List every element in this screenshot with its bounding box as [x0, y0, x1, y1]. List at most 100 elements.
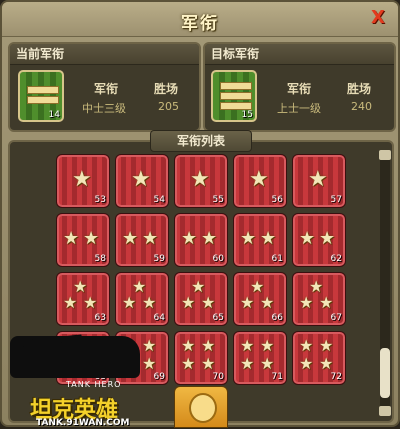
rank-tile-number: 69: [153, 372, 165, 382]
star-icon: ★: [83, 293, 98, 312]
star-icon: ★: [122, 293, 137, 312]
star-icon: ★: [299, 293, 314, 312]
target-rank-level: 15: [241, 110, 253, 120]
rank-tile-65[interactable]: ★ ★ ★ 65: [174, 272, 228, 326]
star-icon: ★: [240, 228, 257, 249]
scroll-thumb[interactable]: [380, 348, 390, 398]
rank-tile-number: 71: [271, 372, 283, 382]
rank-window: 军衔 X 当前军衔 14 军衔 胜场 中士三级 205 目标军衔 15 军衔 胜…: [0, 0, 400, 429]
star-icon: ★: [319, 354, 334, 373]
rank-tile-number: 64: [153, 313, 165, 323]
rank-tile-63[interactable]: ★ ★ ★ 63: [56, 272, 110, 326]
rank-tile-number: 72: [330, 372, 342, 382]
target-rank-value: 上士一级: [277, 102, 321, 115]
target-rank-header: 目标军衔: [205, 44, 394, 65]
star-icon: ★: [260, 228, 277, 249]
window-title: 军衔: [181, 14, 219, 34]
rank-tile-gold[interactable]: [174, 386, 228, 428]
star-icon: ★: [72, 167, 92, 192]
scroll-down-arrow-icon[interactable]: [379, 406, 391, 416]
star-icon: ★: [190, 167, 210, 192]
target-rank-label: 军衔: [287, 82, 312, 96]
rank-tile-number: 57: [330, 195, 342, 205]
rank-tile-67[interactable]: ★ ★ ★ 67: [292, 272, 346, 326]
rank-tile-number: 61: [271, 254, 283, 264]
target-rank-panel: 目标军衔 15 军衔 胜场 上士一级 240: [203, 42, 396, 132]
star-icon: ★: [249, 167, 269, 192]
current-rank-label: 军衔: [94, 82, 119, 96]
star-icon: ★: [142, 293, 157, 312]
scroll-up-arrow-icon[interactable]: [379, 150, 391, 160]
rank-tile-number: 65: [212, 313, 224, 323]
star-icon: ★: [308, 167, 328, 192]
star-icon: ★: [240, 293, 255, 312]
list-scrollbar[interactable]: [379, 150, 391, 416]
rank-tile-number: 56: [271, 195, 283, 205]
eagle-emblem-icon: [189, 393, 217, 423]
rank-tile-62[interactable]: ★ ★ 62: [292, 213, 346, 267]
star-icon: ★: [181, 293, 196, 312]
star-icon: ★: [260, 293, 275, 312]
star-icon: ★: [299, 354, 314, 373]
star-icon: ★: [201, 336, 216, 355]
star-icon: ★: [201, 228, 218, 249]
star-icon: ★: [83, 228, 100, 249]
rank-tile-59[interactable]: ★ ★ 59: [115, 213, 169, 267]
star-icon: ★: [131, 167, 151, 192]
target-rank-icon: 15: [211, 70, 257, 122]
star-icon: ★: [63, 228, 80, 249]
star-icon: ★: [240, 354, 255, 373]
star-icon: ★: [181, 336, 196, 355]
star-icon: ★: [142, 228, 159, 249]
rank-tile-66[interactable]: ★ ★ ★ 66: [233, 272, 287, 326]
current-rank-level: 14: [48, 110, 60, 120]
title-bar[interactable]: 军衔 X: [2, 2, 398, 37]
star-icon: ★: [122, 228, 139, 249]
rank-tile-number: 62: [330, 254, 342, 264]
rank-tile-70[interactable]: ★ ★ ★ ★ 70: [174, 331, 228, 385]
rank-tile-54[interactable]: ★ 54: [115, 154, 169, 208]
rank-tile-number: 58: [94, 254, 106, 264]
rank-tile-number: 53: [94, 195, 106, 205]
tank-hero-logo: TANK HERO 坦克英雄 TANK.91WAN.COM: [2, 320, 152, 429]
rank-tile-number: 66: [271, 313, 283, 323]
rank-tile-55[interactable]: ★ 55: [174, 154, 228, 208]
rank-tile-number: 60: [212, 254, 224, 264]
rank-tile-71[interactable]: ★ ★ ★ ★ 71: [233, 331, 287, 385]
star-icon: ★: [319, 336, 334, 355]
star-icon: ★: [319, 228, 336, 249]
star-icon: ★: [181, 228, 198, 249]
star-icon: ★: [260, 336, 275, 355]
rank-tile-number: 70: [212, 372, 224, 382]
current-rank-icon: 14: [18, 70, 64, 122]
close-button[interactable]: X: [368, 8, 388, 28]
rank-tile-58[interactable]: ★ ★ 58: [56, 213, 110, 267]
star-icon: ★: [299, 336, 314, 355]
current-rank-panel: 当前军衔 14 军衔 胜场 中士三级 205: [8, 42, 201, 132]
star-icon: ★: [299, 228, 316, 249]
target-wins-label: 胜场: [347, 82, 372, 96]
star-icon: ★: [240, 336, 255, 355]
rank-tile-56[interactable]: ★ 56: [233, 154, 287, 208]
rank-tile-number: 67: [330, 313, 342, 323]
rank-tile-57[interactable]: ★ 57: [292, 154, 346, 208]
current-wins-label: 胜场: [154, 82, 179, 96]
star-icon: ★: [63, 293, 78, 312]
star-icon: ★: [181, 354, 196, 373]
rank-tile-72[interactable]: ★ ★ ★ ★ 72: [292, 331, 346, 385]
rank-tile-number: 54: [153, 195, 165, 205]
current-rank-value: 中士三级: [82, 102, 126, 115]
rank-tile-number: 55: [212, 195, 224, 205]
rank-tile-60[interactable]: ★ ★ 60: [174, 213, 228, 267]
rank-list-title: 军衔列表: [150, 130, 252, 152]
star-icon: ★: [201, 293, 216, 312]
rank-tile-61[interactable]: ★ ★ 61: [233, 213, 287, 267]
rank-tile-53[interactable]: ★ 53: [56, 154, 110, 208]
star-icon: ★: [319, 293, 334, 312]
current-rank-header: 当前军衔: [10, 44, 199, 65]
star-icon: ★: [260, 354, 275, 373]
rank-tile-number: 59: [153, 254, 165, 264]
rank-tile-64[interactable]: ★ ★ ★ 64: [115, 272, 169, 326]
target-wins-value: 240: [351, 100, 372, 113]
logo-subtitle: TANK HERO: [66, 380, 122, 389]
